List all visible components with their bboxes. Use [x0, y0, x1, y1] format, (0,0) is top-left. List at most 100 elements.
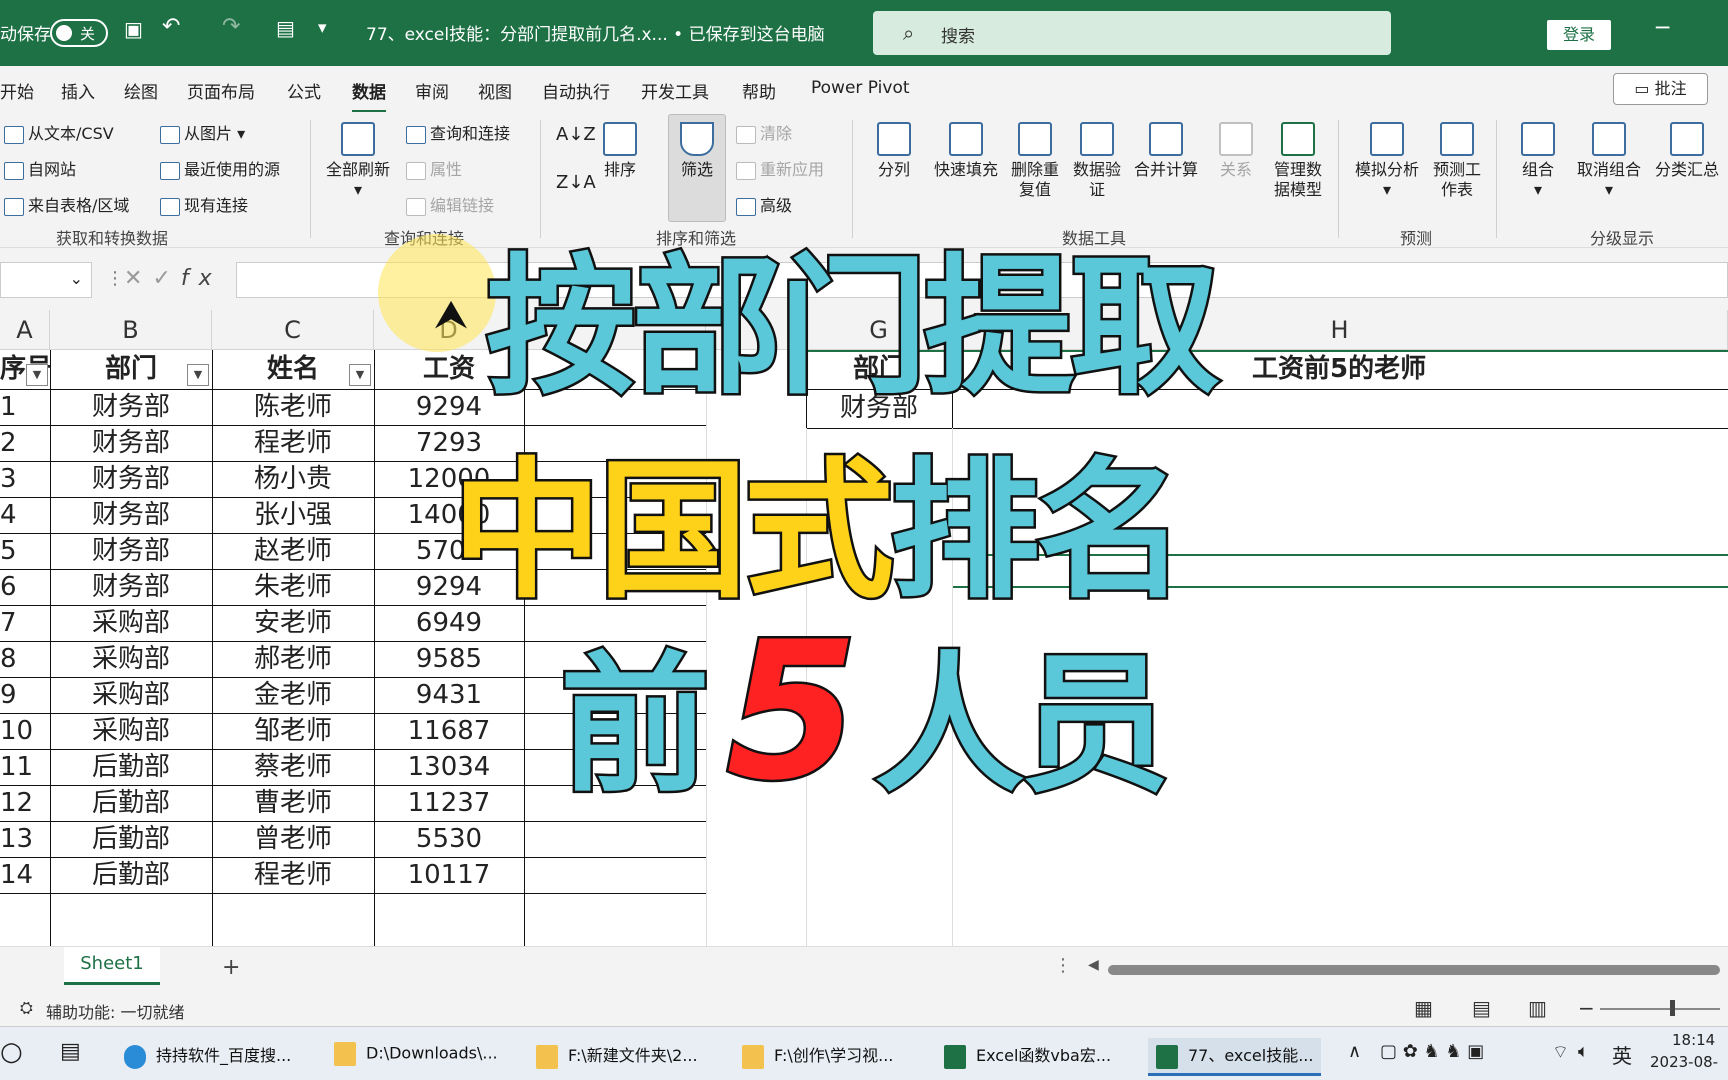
tab-help[interactable]: 帮助 — [742, 78, 776, 103]
from-web-button[interactable]: 自网站 — [4, 156, 76, 180]
row-department[interactable]: 采购部 — [50, 605, 212, 641]
row-index[interactable]: 6 — [0, 569, 50, 605]
sort-descending-icon[interactable]: Z↓A — [556, 172, 596, 193]
tab-insert[interactable]: 插入 — [61, 78, 95, 103]
flash-fill-button[interactable]: 快速填充 — [928, 122, 1004, 180]
row-department[interactable]: 后勤部 — [50, 821, 212, 857]
sheet-tab[interactable]: Sheet1 — [64, 947, 160, 985]
row-name[interactable]: 朱老师 — [212, 569, 374, 605]
row-department[interactable]: 财务部 — [50, 389, 212, 425]
login-button[interactable]: 登录 — [1547, 20, 1611, 50]
row-index[interactable]: 14 — [0, 857, 50, 893]
filter-dropdown-department[interactable]: ▼ — [187, 364, 209, 386]
sort-button[interactable]: 排序 — [594, 122, 646, 180]
row-department[interactable]: 财务部 — [50, 461, 212, 497]
cancel-icon[interactable]: ✕ — [124, 266, 152, 291]
sort-ascending-icon[interactable]: A↓Z — [556, 124, 596, 145]
wifi-icon[interactable]: ⌔ — [1552, 1041, 1569, 1064]
row-salary[interactable]: 5530 — [374, 821, 524, 857]
row-salary[interactable]: 11687 — [374, 713, 524, 749]
row-department[interactable]: 采购部 — [50, 713, 212, 749]
page-break-view-icon[interactable]: ▥ — [1528, 996, 1547, 1020]
horizontal-scrollbar[interactable] — [1108, 965, 1720, 975]
column-header-a[interactable]: A — [0, 310, 50, 350]
comments-button[interactable]: ▭ 批注 — [1613, 73, 1708, 105]
add-sheet-button[interactable]: + — [222, 955, 240, 980]
advanced-button[interactable]: 高级 — [736, 192, 792, 216]
row-department[interactable]: 后勤部 — [50, 857, 212, 893]
enter-icon[interactable]: ✓ — [152, 266, 180, 291]
tab-draw[interactable]: 绘图 — [124, 78, 158, 103]
subtotal-button[interactable]: 分类汇总 — [1650, 122, 1724, 180]
tab-developer[interactable]: 开发工具 — [641, 78, 709, 103]
edit-links-button[interactable]: 编辑链接 — [406, 192, 494, 216]
row-department[interactable]: 后勤部 — [50, 749, 212, 785]
minimize-icon[interactable]: ─ — [1656, 16, 1669, 41]
column-header-c[interactable]: C — [212, 310, 374, 350]
undo-icon[interactable]: ↶ — [162, 14, 180, 39]
search-input[interactable]: 搜索 — [941, 22, 975, 47]
row-department[interactable]: 后勤部 — [50, 785, 212, 821]
forecast-sheet-button[interactable]: 预测工作表 — [1428, 122, 1486, 200]
existing-connections-button[interactable]: 现有连接 — [160, 192, 248, 216]
properties-button[interactable]: 属性 — [406, 156, 462, 180]
row-salary[interactable]: 10117 — [374, 857, 524, 893]
row-index[interactable]: 3 — [0, 461, 50, 497]
taskbar-item-active[interactable]: 77、excel技能... — [1148, 1038, 1322, 1076]
zoom-slider[interactable] — [1600, 1008, 1720, 1010]
what-if-analysis-button[interactable]: 模拟分析 ▾ — [1350, 122, 1424, 200]
row-index[interactable]: 2 — [0, 425, 50, 461]
row-salary[interactable]: 9431 — [374, 677, 524, 713]
row-index[interactable]: 7 — [0, 605, 50, 641]
row-department[interactable]: 财务部 — [50, 569, 212, 605]
row-name[interactable]: 程老师 — [212, 425, 374, 461]
row-index[interactable]: 12 — [0, 785, 50, 821]
chevron-up-icon[interactable]: ∧ — [1348, 1041, 1361, 1062]
row-name[interactable]: 杨小贵 — [212, 461, 374, 497]
group-button[interactable]: 组合 ▾ — [1510, 122, 1566, 200]
zoom-out-icon[interactable]: − — [1578, 996, 1595, 1020]
document-title[interactable]: 77、excel技能：分部门提取前几名.x... • 已保存到这台电脑 — [366, 20, 825, 45]
row-salary[interactable]: 13034 — [374, 749, 524, 785]
name-box[interactable]: ⌄ — [0, 262, 92, 298]
row-name[interactable]: 张小强 — [212, 497, 374, 533]
data-validation-button[interactable]: 数据验证 — [1068, 122, 1126, 200]
taskbar-item[interactable]: 持持软件_百度搜... — [124, 1042, 291, 1069]
zoom-slider-thumb[interactable] — [1670, 1000, 1675, 1016]
text-to-columns-button[interactable]: 分列 — [866, 122, 922, 180]
autosave-toggle[interactable]: 关 — [50, 19, 108, 47]
form-icon[interactable]: ▤ — [276, 16, 295, 40]
reapply-button[interactable]: 重新应用 — [736, 156, 824, 180]
row-name[interactable]: 程老师 — [212, 857, 374, 893]
manage-data-model-button[interactable]: 管理数据模型 — [1268, 122, 1328, 200]
tab-data[interactable]: 数据 — [352, 78, 386, 113]
refresh-all-button[interactable]: 全部刷新 ▾ — [322, 122, 394, 200]
row-name[interactable]: 蔡老师 — [212, 749, 374, 785]
tray-icons[interactable]: ▢ ✿ ♞ ♞ ▣ — [1380, 1041, 1484, 1062]
from-table-button[interactable]: 来自表格/区域 — [4, 192, 129, 216]
clock-time[interactable]: 18:14 — [1672, 1031, 1715, 1049]
row-index[interactable]: 4 — [0, 497, 50, 533]
remove-duplicates-button[interactable]: 删除重复值 — [1006, 122, 1064, 200]
save-icon[interactable]: ▣ — [124, 17, 143, 41]
volume-icon[interactable]: 🔈︎ — [1578, 1041, 1589, 1062]
taskbar-item[interactable]: D:\Downloads\... — [334, 1042, 498, 1066]
row-salary[interactable]: 11237 — [374, 785, 524, 821]
scroll-left-icon[interactable]: ◀ — [1088, 957, 1099, 973]
tab-home[interactable]: 开始 — [0, 78, 34, 103]
tab-automate[interactable]: 自动执行 — [542, 78, 610, 103]
row-name[interactable]: 陈老师 — [212, 389, 374, 425]
tab-review[interactable]: 审阅 — [415, 78, 449, 103]
search-icon[interactable]: ○ — [0, 1037, 23, 1067]
row-department[interactable]: 财务部 — [50, 533, 212, 569]
row-name[interactable]: 安老师 — [212, 605, 374, 641]
recent-sources-button[interactable]: 最近使用的源 — [160, 156, 280, 180]
taskbar-item[interactable]: F:\新建文件夹\2... — [536, 1042, 698, 1069]
row-salary[interactable]: 9585 — [374, 641, 524, 677]
from-text-csv-button[interactable]: 从文本/CSV — [4, 120, 114, 144]
row-index[interactable]: 8 — [0, 641, 50, 677]
row-name[interactable]: 邹老师 — [212, 713, 374, 749]
normal-view-icon[interactable]: ▦ — [1414, 996, 1433, 1020]
tab-formulas[interactable]: 公式 — [287, 78, 321, 103]
ungroup-button[interactable]: 取消组合 ▾ — [1572, 122, 1646, 200]
